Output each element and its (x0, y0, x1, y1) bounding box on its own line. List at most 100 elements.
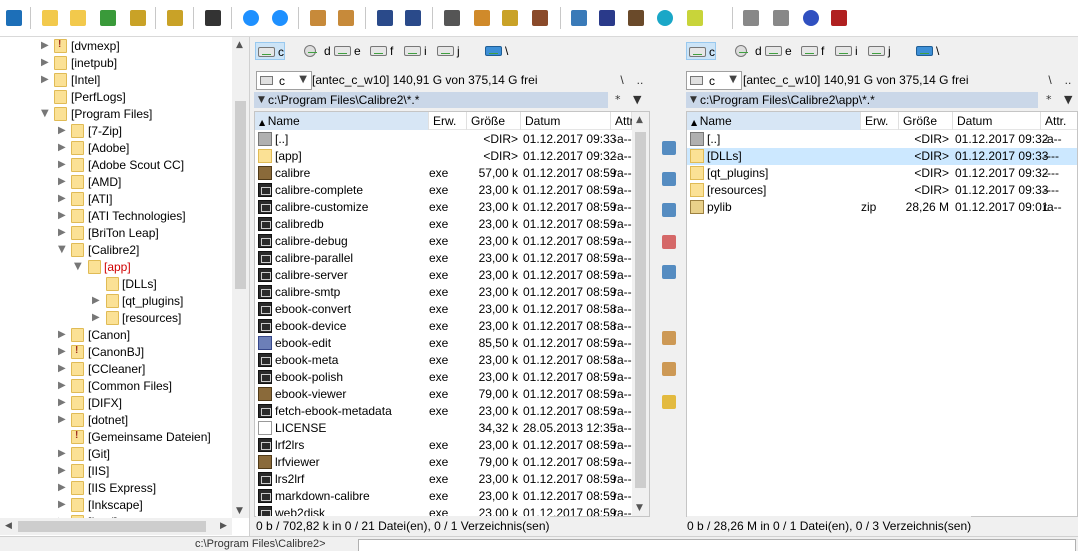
file-row[interactable]: calibre-server exe 23,00 k 01.12.2017 08:59… (255, 267, 649, 284)
chevron-right-icon[interactable]: ▶ (58, 398, 66, 408)
tree-item[interactable]: ▶ [resources] (0, 310, 232, 327)
file-row[interactable]: ebook-polish exe 23,00 k 01.12.2017 08:59 ra… (255, 369, 649, 386)
file-row[interactable]: lrs2lrf exe 23,00 k 01.12.2017 08:59 ra-- (255, 471, 649, 488)
right-filter-dropdown[interactable]: ▼ (1064, 92, 1072, 108)
file-row[interactable]: calibre-complete exe 23,00 k 01.12.2017 08:… (255, 182, 649, 199)
file-row[interactable]: calibre-debug exe 23,00 k 01.12.2017 08:59 r… (255, 233, 649, 250)
file-row[interactable]: ebook-device exe 23,00 k 01.12.2017 08:58 ra… (255, 318, 649, 335)
tree-item[interactable]: ▶ [Common Files] (0, 378, 232, 395)
scroll-up-icon[interactable]: ▲ (236, 40, 243, 50)
chevron-right-icon[interactable]: ▶ (41, 41, 49, 51)
tree-item[interactable]: ▶ [dvmexp] (0, 38, 232, 55)
drive-button-f[interactable]: f (799, 42, 824, 60)
file-row[interactable]: [resources] <DIR> 01.12.2017 09:33 ---- (687, 182, 1077, 199)
drive-button-c[interactable]: c (686, 42, 716, 60)
drive-button-c[interactable]: c (255, 42, 285, 60)
tree-item[interactable]: [PerfLogs] (0, 89, 232, 106)
file-row[interactable]: ebook-meta exe 23,00 k 01.12.2017 08:58 ra-- (255, 352, 649, 369)
scribble-s-button[interactable] (829, 8, 849, 28)
chevron-right-icon[interactable]: ▶ (58, 126, 66, 136)
file-row[interactable]: ebook-convert exe 23,00 k 01.12.2017 08:58 r… (255, 301, 649, 318)
command-line-input[interactable] (358, 539, 1076, 551)
camera2-button[interactable] (771, 8, 791, 28)
left-root-button[interactable]: \ (614, 71, 630, 89)
circle-s-button[interactable] (801, 8, 821, 28)
thumbnails-button[interactable] (98, 8, 118, 28)
tree-item[interactable]: ▶ [IIS Express] (0, 480, 232, 497)
chevron-right-icon[interactable]: ▶ (58, 211, 66, 221)
tree-item[interactable]: ▶ [7-Zip] (0, 123, 232, 140)
tree-item[interactable]: ▼ [Calibre2] (0, 242, 232, 259)
column-header-size[interactable]: Größe (899, 112, 953, 130)
drive-button-j[interactable]: j (435, 42, 460, 60)
left-up-button[interactable]: .. (632, 71, 648, 89)
archive-tool-button[interactable] (530, 8, 550, 28)
multi-rename-button[interactable] (472, 8, 492, 28)
tree-item[interactable]: ▶ [CCleaner] (0, 361, 232, 378)
chevron-right-icon[interactable]: ▶ (58, 483, 66, 493)
brief-view-button[interactable] (40, 8, 60, 28)
left-filter-star[interactable]: * (615, 92, 621, 108)
search-files-button[interactable] (660, 263, 678, 281)
tree-item[interactable]: ▶ [Git] (0, 446, 232, 463)
pack-button[interactable] (308, 8, 328, 28)
app-blue-button[interactable] (597, 8, 617, 28)
scroll-down-icon[interactable]: ▼ (636, 503, 643, 513)
file-row[interactable]: calibre exe 57,00 k 01.12.2017 08:59 ra-- (255, 165, 649, 182)
pack-files-button[interactable] (660, 329, 678, 347)
drive-button-d[interactable]: d (302, 42, 331, 60)
chevron-down-icon[interactable]: ▼ (41, 109, 49, 119)
file-row[interactable]: lrfviewer exe 79,00 k 01.12.2017 08:59 ra-- (255, 454, 649, 471)
right-root-button[interactable]: \ (1042, 71, 1058, 89)
tree-item[interactable]: [DLLs] (0, 276, 232, 293)
chevron-right-icon[interactable]: ▶ (58, 381, 66, 391)
chevron-right-icon[interactable]: ▶ (58, 194, 66, 204)
chevron-right-icon[interactable]: ▶ (58, 143, 66, 153)
right-up-button[interactable]: .. (1060, 71, 1076, 89)
file-row[interactable]: [..] <DIR> 01.12.2017 09:32 -a-- (687, 131, 1077, 148)
tree-view-button[interactable] (128, 8, 148, 28)
file-row[interactable]: calibre-parallel exe 23,00 k 01.12.2017 08:… (255, 250, 649, 267)
tree-vertical-scrollbar[interactable]: ▲ ▼ (232, 37, 249, 518)
tree-item[interactable]: ▶ [dotnet] (0, 412, 232, 429)
scroll-left-icon[interactable]: ◀ (5, 521, 12, 531)
unpack-button[interactable] (336, 8, 356, 28)
file-row[interactable]: calibredb exe 23,00 k 01.12.2017 08:59 ra-- (255, 216, 649, 233)
unpack-files-button[interactable] (660, 360, 678, 378)
chevron-right-icon[interactable]: ▶ (58, 177, 66, 187)
tree-item[interactable]: ▶ [inetpub] (0, 55, 232, 72)
chevron-down-icon[interactable]: ▼ (74, 262, 82, 272)
tree-item[interactable]: ▶ [Inkscape] (0, 497, 232, 514)
ftp-button[interactable] (375, 8, 395, 28)
tree-item[interactable]: ▼ [app] (0, 259, 232, 276)
find-button[interactable] (442, 8, 462, 28)
copy-files-button[interactable] (660, 201, 678, 219)
left-drive-select[interactable]: c ▼ (256, 71, 312, 90)
column-header-name[interactable]: ▲ Name (687, 112, 861, 130)
file-row[interactable]: ebook-edit exe 85,50 k 01.12.2017 08:59 ra-- (255, 335, 649, 352)
sync-dirs-button[interactable] (500, 8, 520, 28)
new-folder-button[interactable] (660, 393, 678, 411)
tree-item[interactable]: ▶ [AMD] (0, 174, 232, 191)
tree-item[interactable]: ▶ [Canon] (0, 327, 232, 344)
tree-item[interactable]: [Gemeinsame Dateien] (0, 429, 232, 446)
file-row[interactable]: calibre-customize exe 23,00 k 01.12.2017 08… (255, 199, 649, 216)
refresh-button[interactable] (4, 8, 24, 28)
app-book-button[interactable] (626, 8, 646, 28)
scroll-up-icon[interactable]: ▲ (636, 115, 643, 125)
chevron-right-icon[interactable]: ▶ (58, 415, 66, 425)
column-header-ext[interactable]: Erw. (429, 112, 467, 130)
path-history-icon[interactable]: ▼ (690, 92, 697, 108)
chevron-right-icon[interactable]: ▶ (41, 58, 49, 68)
file-row[interactable]: lrf2lrs exe 23,00 k 01.12.2017 08:59 ra-- (255, 437, 649, 454)
tree-item[interactable]: ▶ [qt_plugins] (0, 293, 232, 310)
chevron-right-icon[interactable]: ▶ (58, 228, 66, 238)
file-row[interactable]: markdown-calibre exe 23,00 k 01.12.2017 08:… (255, 488, 649, 505)
edit-file-button[interactable] (660, 170, 678, 188)
right-path-bar[interactable]: ▼ c:\Program Files\Calibre2\app\*.* (686, 92, 1038, 108)
path-history-icon[interactable]: ▼ (258, 92, 265, 108)
file-row[interactable]: LICENSE 34,32 k 28.05.2013 12:35 ra-- (255, 420, 649, 437)
scroll-down-icon[interactable]: ▼ (236, 506, 243, 516)
chevron-right-icon[interactable]: ▶ (58, 449, 66, 459)
tree-horizontal-scrollbar[interactable]: ◀ ▶ (0, 518, 232, 535)
